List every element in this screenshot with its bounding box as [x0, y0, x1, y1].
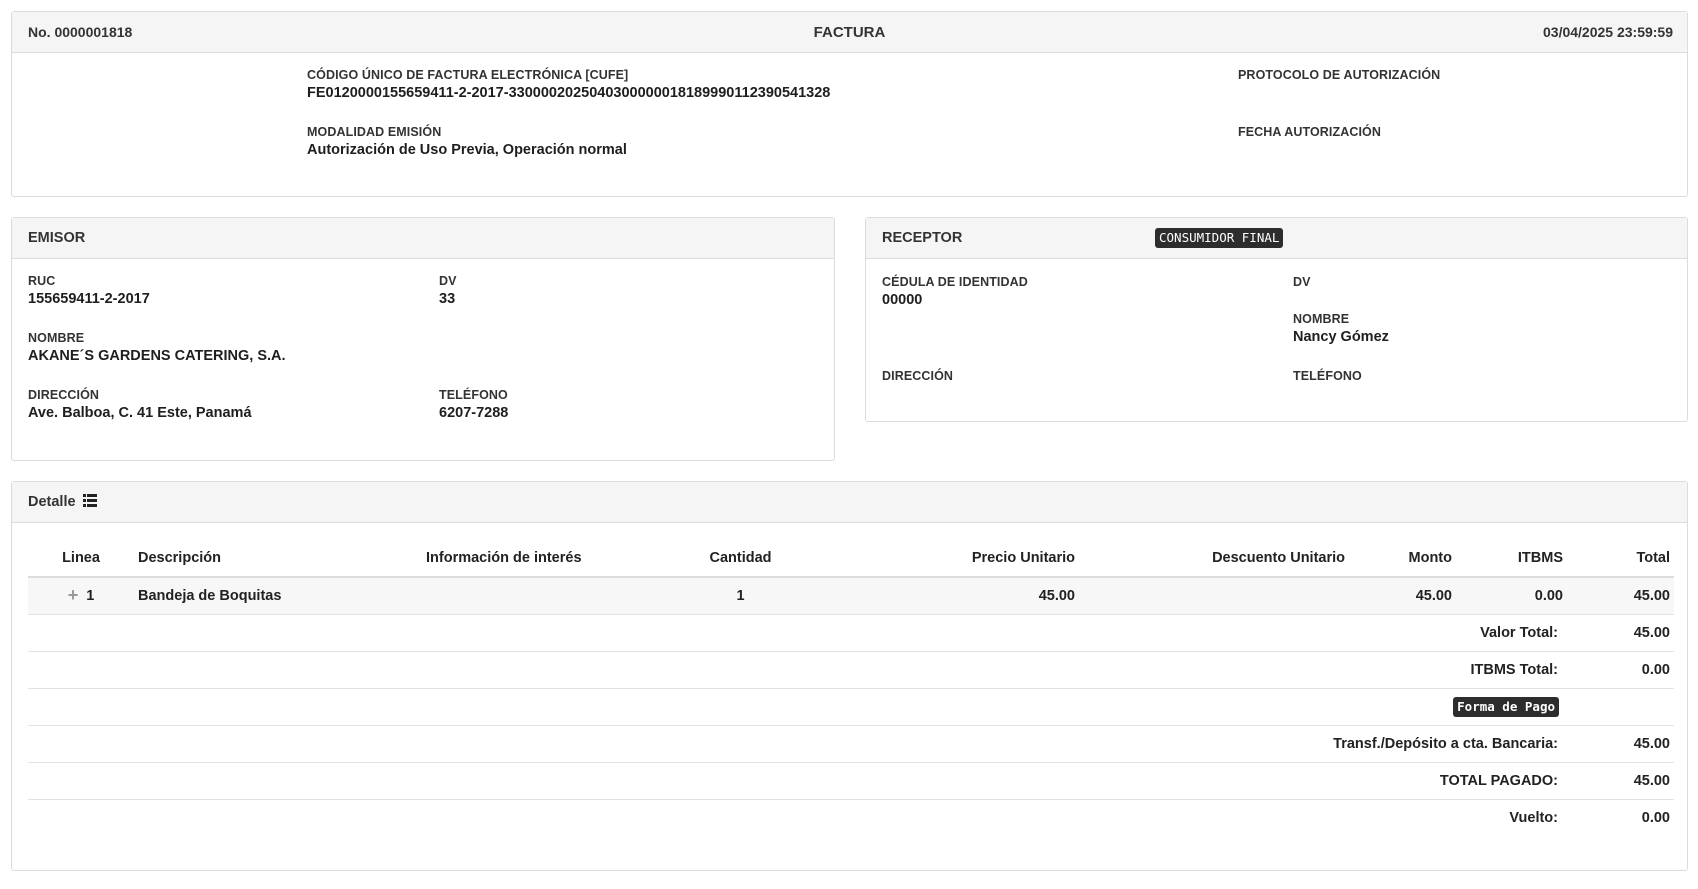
vuelto-label: Vuelto:	[1509, 809, 1558, 826]
receptor-telefono-field: TELÉFONO	[1293, 369, 1362, 386]
protocolo-field: PROTOCOLO DE AUTORIZACIÓN	[1238, 68, 1440, 85]
emisor-dv-value: 33	[439, 291, 456, 307]
col-header-total: Total	[1567, 539, 1674, 578]
receptor-direccion-field: DIRECCIÓN	[882, 369, 953, 386]
detalle-title: Detalle	[28, 494, 76, 510]
forma-pago-empty-cell	[1567, 688, 1674, 726]
emisor-direccion-label: DIRECCIÓN	[28, 388, 100, 402]
emisor-dv-label: DV	[439, 274, 457, 288]
protocolo-label: PROTOCOLO DE AUTORIZACIÓN	[1238, 68, 1441, 82]
itbms-total-row: ITBMS Total: 0.00	[28, 651, 1674, 689]
valor-total-label: Valor Total:	[28, 614, 1567, 652]
emisor-nombre-label: NOMBRE	[28, 331, 85, 345]
col-header-informacion: Información de interés	[422, 539, 652, 578]
itbms-total-value: 0.00	[1567, 651, 1674, 689]
detalle-panel: Detalle Linea Descripción Información de…	[11, 481, 1688, 871]
valor-total-value: 45.00	[1567, 614, 1674, 652]
fecha-autorizacion-field: FECHA AUTORIZACIÓN	[1238, 125, 1381, 142]
receptor-cedula-value: 00000	[882, 292, 923, 308]
emisor-panel: EMISOR RUC 155659411-2-2017 DV 33 NOMBRE…	[11, 217, 835, 461]
itbms-total-label: ITBMS Total:	[28, 651, 1567, 689]
invoice-title: FACTURA	[813, 24, 886, 41]
emisor-title: EMISOR	[28, 230, 86, 246]
col-header-linea: Linea	[28, 539, 134, 578]
forma-pago-row: Forma de Pago	[28, 688, 1674, 726]
transferencia-row: Transf./Depósito a cta. Bancaria: 45.00	[28, 725, 1674, 763]
receptor-header: RECEPTOR CONSUMIDOR FINAL	[866, 218, 1687, 259]
emisor-direccion-field: DIRECCIÓN Ave. Balboa, C. 41 Este, Panam…	[28, 388, 252, 421]
descripcion-cell: Bandeja de Boquitas	[134, 577, 422, 615]
receptor-title: RECEPTOR	[882, 230, 963, 246]
col-header-monto: Monto	[1349, 539, 1456, 578]
invoice-datetime: 03/04/2025 23:59:59	[1543, 24, 1673, 40]
col-header-descripcion: Descripción	[134, 539, 422, 578]
receptor-panel: RECEPTOR CONSUMIDOR FINAL CÉDULA DE IDEN…	[865, 217, 1688, 422]
monto-cell: 45.00	[1349, 577, 1456, 615]
emisor-telefono-field: TELÉFONO 6207-7288	[439, 388, 508, 421]
col-header-descuento-unitario: Descuento Unitario	[1079, 539, 1349, 578]
expand-plus-icon[interactable]: +	[68, 585, 79, 606]
emisor-ruc-value: 155659411-2-2017	[28, 291, 150, 307]
modalidad-field: MODALIDAD EMISIÓN Autorización de Uso Pr…	[307, 125, 627, 158]
emisor-direccion-value: Ave. Balboa, C. 41 Este, Panamá	[28, 405, 252, 421]
valor-total-row: Valor Total: 45.00	[28, 614, 1674, 652]
detalle-table: Linea Descripción Información de interés…	[28, 539, 1674, 836]
list-icon	[82, 494, 97, 507]
emisor-ruc-field: RUC 155659411-2-2017	[28, 274, 150, 307]
cantidad-cell: 1	[652, 577, 829, 615]
invoice-header-bar: No. 0000001818 FACTURA 03/04/2025 23:59:…	[12, 12, 1687, 53]
transferencia-label: Transf./Depósito a cta. Bancaria:	[28, 725, 1567, 763]
receptor-nombre-label: NOMBRE	[1293, 312, 1350, 326]
invoice-header-panel: No. 0000001818 FACTURA 03/04/2025 23:59:…	[11, 11, 1688, 197]
receptor-nombre-value: Nancy Gómez	[1293, 329, 1389, 345]
emisor-nombre-value: AKANE´S GARDENS CATERING, S.A.	[28, 348, 286, 364]
precio-unitario-cell: 45.00	[829, 577, 1079, 615]
emisor-telefono-label: TELÉFONO	[439, 388, 508, 402]
emisor-ruc-label: RUC	[28, 274, 56, 288]
consumidor-final-badge: CONSUMIDOR FINAL	[1155, 228, 1284, 248]
receptor-direccion-label: DIRECCIÓN	[882, 369, 954, 383]
emisor-telefono-value: 6207-7288	[439, 405, 509, 421]
modalidad-label: MODALIDAD EMISIÓN	[307, 125, 442, 139]
fecha-autorizacion-label: FECHA AUTORIZACIÓN	[1238, 125, 1381, 139]
receptor-dv-field: DV	[1293, 275, 1311, 292]
detalle-header: Detalle	[12, 482, 1687, 523]
total-pagado-label: TOTAL PAGADO:	[28, 762, 1567, 800]
total-pagado-value: 45.00	[1567, 762, 1674, 800]
col-header-itbms: ITBMS	[1456, 539, 1567, 578]
col-header-precio-unitario: Precio Unitario	[829, 539, 1079, 578]
detalle-title-wrap: Detalle	[28, 494, 97, 510]
descuento-unitario-cell	[1079, 577, 1349, 615]
itbms-cell: 0.00	[1456, 577, 1567, 615]
vuelto-value: 0.00	[1641, 809, 1670, 826]
receptor-dv-label: DV	[1293, 275, 1311, 289]
receptor-nombre-field: NOMBRE Nancy Gómez	[1293, 312, 1389, 345]
linea-cell: +1	[28, 577, 134, 615]
linea-value: 1	[86, 588, 95, 605]
table-row: +1 Bandeja de Boquitas 1 45.00 45.00 0.0…	[28, 577, 1674, 615]
emisor-header: EMISOR	[12, 218, 834, 259]
cufe-label: CÓDIGO ÚNICO DE FACTURA ELECTRÓNICA [CUF…	[307, 68, 629, 82]
informacion-cell	[422, 577, 652, 615]
total-pagado-row: TOTAL PAGADO: 45.00	[28, 762, 1674, 800]
total-cell: 45.00	[1567, 577, 1674, 615]
receptor-cedula-field: CÉDULA DE IDENTIDAD 00000	[882, 275, 1028, 308]
receptor-cedula-label: CÉDULA DE IDENTIDAD	[882, 275, 1028, 289]
vuelto-row: Vuelto: 0.00	[28, 799, 1674, 836]
emisor-nombre-field: NOMBRE AKANE´S GARDENS CATERING, S.A.	[28, 331, 286, 364]
cufe-field: CÓDIGO ÚNICO DE FACTURA ELECTRÓNICA [CUF…	[307, 68, 830, 101]
emisor-dv-field: DV 33	[439, 274, 457, 307]
receptor-telefono-label: TELÉFONO	[1293, 369, 1362, 383]
forma-pago-badge: Forma de Pago	[1453, 696, 1559, 717]
col-header-cantidad: Cantidad	[652, 539, 829, 578]
forma-pago-cell: Forma de Pago	[28, 688, 1567, 726]
detalle-table-header-row: Linea Descripción Información de interés…	[28, 539, 1674, 578]
transferencia-value: 45.00	[1567, 725, 1674, 763]
modalidad-value: Autorización de Uso Previa, Operación no…	[307, 142, 627, 158]
cufe-value: FE0120000155659411-2-2017-33000020250403…	[307, 85, 831, 101]
